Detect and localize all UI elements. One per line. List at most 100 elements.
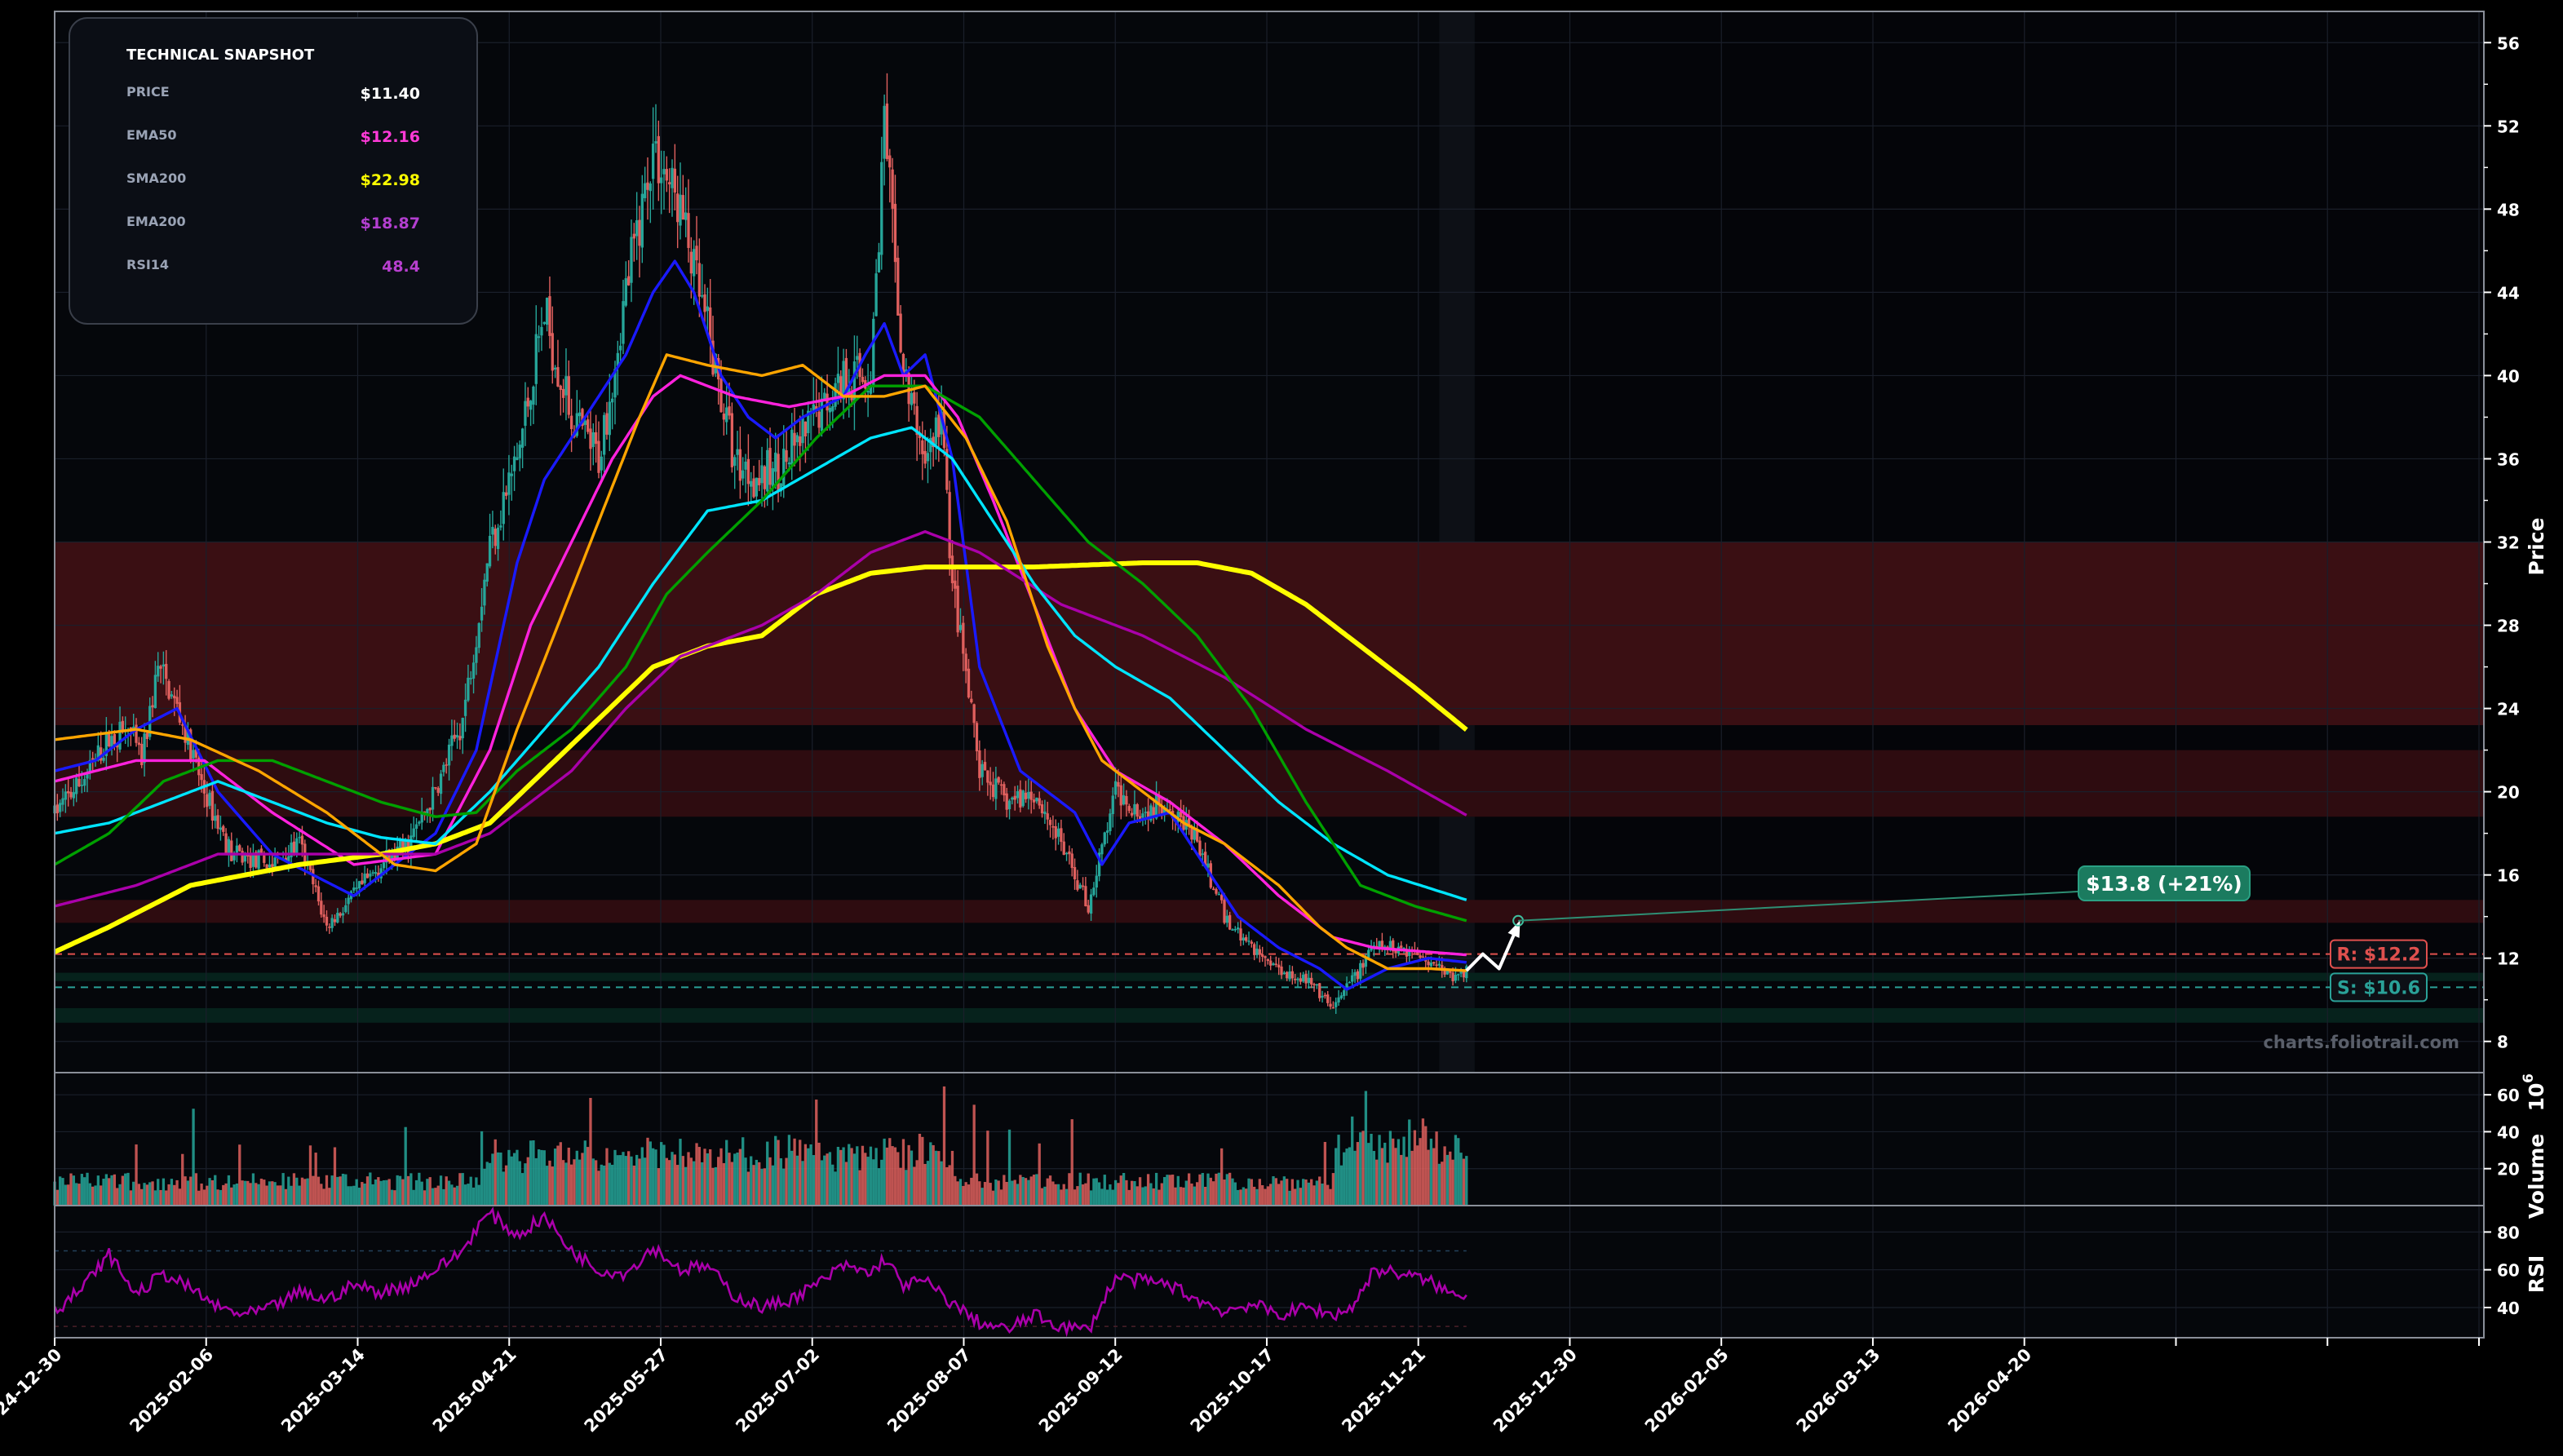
- candle-body: [896, 258, 900, 316]
- candle-body: [347, 897, 350, 905]
- volume-bar: [954, 1175, 957, 1206]
- volume-bar: [257, 1184, 260, 1206]
- snapshot-label-ema50: EMA50: [126, 127, 177, 143]
- rsi-tick-label: 60: [2497, 1261, 2520, 1281]
- volume-bar: [1427, 1149, 1430, 1206]
- volume-bar: [224, 1183, 228, 1206]
- candle-body: [1048, 820, 1052, 825]
- volume-bar: [1215, 1173, 1218, 1206]
- volume-bar: [1388, 1131, 1392, 1206]
- volume-bar: [483, 1168, 486, 1206]
- volume-bar: [1060, 1189, 1063, 1206]
- volume-bar: [320, 1184, 323, 1206]
- volume-bar: [352, 1185, 356, 1206]
- candle-body: [1323, 994, 1327, 997]
- volume-bar: [1206, 1173, 1210, 1206]
- candle-body: [450, 735, 454, 746]
- volume-bar: [1299, 1188, 1303, 1206]
- volume-bar: [423, 1190, 427, 1206]
- candle-body: [820, 398, 824, 431]
- candle-body: [173, 695, 176, 699]
- volume-bar: [281, 1173, 285, 1206]
- candle-body: [336, 912, 339, 923]
- candle-body: [934, 417, 938, 445]
- price-tick-label: 48: [2497, 200, 2520, 219]
- candle-body: [1255, 948, 1259, 955]
- candle-body: [219, 827, 223, 830]
- volume-bar: [292, 1173, 296, 1206]
- volume-bar: [108, 1178, 111, 1206]
- candle-body: [1111, 795, 1114, 814]
- volume-bar: [1231, 1178, 1234, 1206]
- candle-body: [534, 334, 538, 384]
- resistance-label: R: $12.2: [2337, 945, 2421, 966]
- candle-body: [1019, 789, 1022, 808]
- candle-body: [701, 295, 704, 297]
- volume-bar: [469, 1176, 472, 1206]
- volume-bar: [679, 1139, 682, 1206]
- volume-bar: [1220, 1148, 1224, 1206]
- candle-body: [891, 169, 894, 209]
- candle-body: [214, 816, 217, 821]
- volume-bar: [458, 1173, 462, 1206]
- volume-bar: [369, 1172, 372, 1206]
- candle-body: [926, 453, 930, 462]
- candle-body: [159, 666, 162, 669]
- volume-bar: [1459, 1153, 1463, 1206]
- volume-bar: [1424, 1126, 1428, 1206]
- candle-body: [730, 413, 734, 467]
- volume-bar: [980, 1188, 984, 1206]
- volume-bar: [1146, 1174, 1150, 1206]
- volume-bar: [910, 1150, 914, 1206]
- volume-tick-label: 40: [2497, 1122, 2520, 1142]
- candle-body: [322, 914, 325, 918]
- volume-bar: [839, 1149, 843, 1206]
- volume-bar: [632, 1165, 635, 1206]
- candle-body: [657, 135, 660, 184]
- candle-body: [1215, 889, 1218, 894]
- candle-body: [795, 435, 799, 443]
- volume-bar: [1380, 1148, 1384, 1206]
- snapshot-label-rsi14: RSI14: [126, 257, 169, 272]
- candle-body: [467, 677, 470, 701]
- candle-body: [333, 918, 337, 923]
- zone-band: [55, 972, 2484, 981]
- candle-body: [836, 374, 840, 383]
- candle-body: [1122, 794, 1126, 805]
- volume-bar: [1089, 1190, 1093, 1206]
- volume-bar: [730, 1162, 734, 1206]
- volume-bar: [701, 1162, 704, 1206]
- candle-body: [744, 461, 747, 470]
- volume-bar: [102, 1178, 105, 1206]
- candle-body: [206, 794, 209, 808]
- volume-bar: [1326, 1184, 1330, 1206]
- candle-body: [542, 321, 546, 325]
- volume-bar: [126, 1172, 130, 1206]
- volume-bar: [100, 1185, 103, 1206]
- volume-bar: [532, 1140, 535, 1206]
- candle-body: [997, 777, 1000, 783]
- volume-bar: [962, 1185, 965, 1206]
- volume-bar: [1345, 1148, 1348, 1206]
- volume-bar: [828, 1152, 832, 1206]
- candle-body: [662, 169, 666, 175]
- volume-bar: [1266, 1186, 1269, 1206]
- candle-body: [1261, 954, 1264, 957]
- volume-bar: [1119, 1175, 1122, 1206]
- candle-body: [1021, 790, 1025, 807]
- candle-body: [1294, 979, 1297, 980]
- volume-bar: [668, 1160, 671, 1206]
- volume-bar: [733, 1153, 737, 1206]
- candle-body: [755, 477, 759, 497]
- candle-body: [1299, 978, 1303, 982]
- volume-bar: [1277, 1184, 1281, 1206]
- candle-body: [222, 825, 225, 832]
- volume-bar: [689, 1157, 693, 1206]
- price-tick-label: 8: [2497, 1033, 2508, 1052]
- candle-body: [956, 586, 959, 633]
- candle-body: [750, 480, 753, 487]
- candle-body: [75, 777, 78, 794]
- candle-body: [948, 492, 951, 559]
- volume-bar: [586, 1147, 590, 1206]
- volume-bar: [1402, 1136, 1405, 1206]
